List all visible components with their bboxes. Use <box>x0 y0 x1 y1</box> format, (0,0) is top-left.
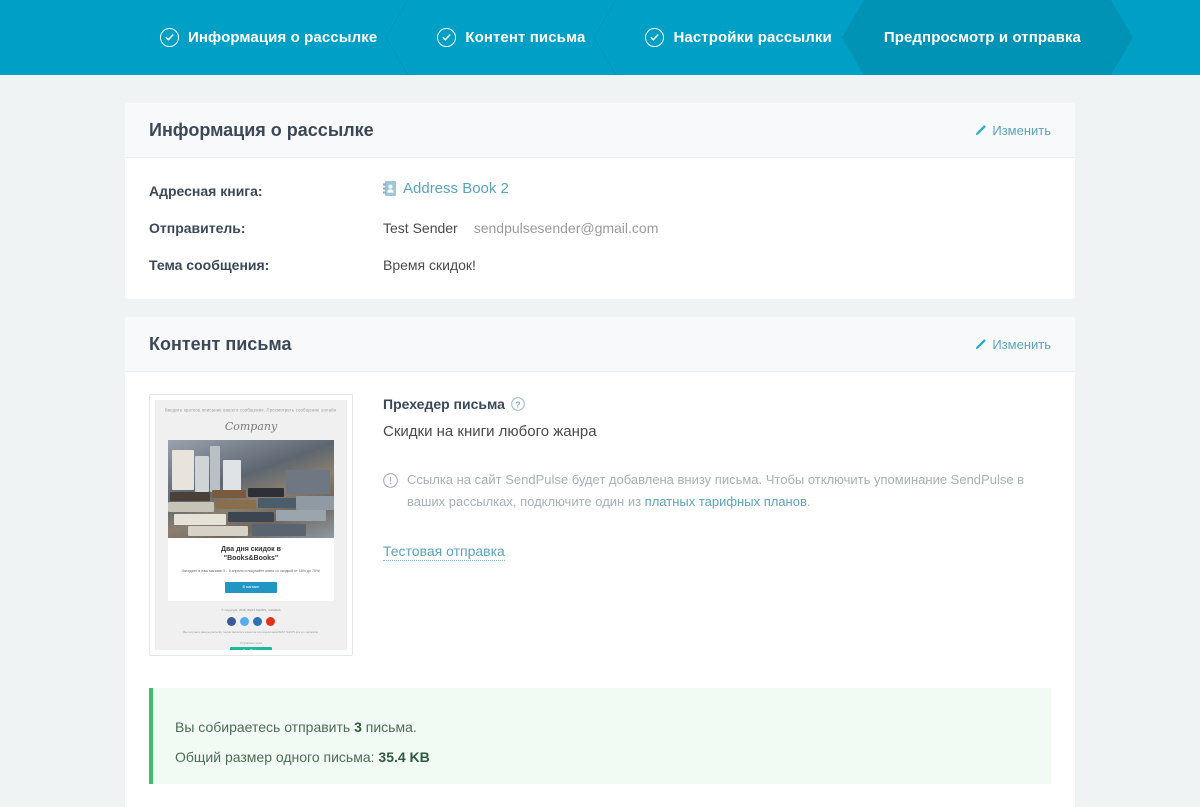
youtube-icon <box>266 617 275 626</box>
summary-recipient-count: 3 <box>354 719 362 735</box>
step-tab-label: Настройки рассылки <box>673 29 832 46</box>
thumbnail-brand-logo: Company <box>224 420 278 433</box>
check-circle-icon <box>645 28 665 47</box>
edit-campaign-info-button[interactable]: Изменить <box>974 123 1051 138</box>
preheader-title: Прехедер письма <box>383 396 505 412</box>
email-content-body: Введите краткое описание вашего сообщени… <box>125 372 1075 656</box>
summary-line1-after: письма. <box>361 719 417 735</box>
sender-label: Отправитель: <box>149 220 246 236</box>
test-send-link[interactable]: Тестовая отправка <box>383 543 505 561</box>
notice-text: Ссылка на сайт SendPulse будет добавлена… <box>407 469 1051 513</box>
paid-plans-link[interactable]: платных тарифных планов <box>645 494 807 509</box>
summary-line1-before: Вы собираетесь отправить <box>175 719 355 735</box>
summary-line2-before: Общий размер одного письма: <box>175 749 379 765</box>
email-template-thumbnail[interactable]: Введите краткое описание вашего сообщени… <box>149 394 353 656</box>
sender-value: Test Sender sendpulsesender@gmail.com <box>383 220 658 236</box>
thumbnail-headline-line2: "Books&Books" <box>223 555 279 562</box>
sender-name: Test Sender <box>383 220 458 236</box>
email-content-title: Контент письма <box>149 333 292 354</box>
thumbnail-cta-button: В магазин <box>225 582 277 593</box>
step-navigation: Информация о рассылке Контент письма Нас… <box>0 0 1200 75</box>
campaign-info-body: Адресная книга: Address Book 2 Отправите… <box>125 158 1075 299</box>
summary-wrapper: Вы собираетесь отправить 3 письма. Общий… <box>125 656 1075 784</box>
page-body: Информация о рассылке Изменить Адресная … <box>0 75 1200 807</box>
thumbnail-social-links <box>227 617 275 626</box>
check-circle-icon <box>160 28 179 47</box>
address-book-link[interactable]: Address Book 2 <box>403 180 509 197</box>
thumbnail-hero-image <box>168 440 334 538</box>
thumbnail-preheader-text: Введите краткое описание вашего сообщени… <box>165 408 337 413</box>
thumbnail-powered-label: Отправлено через <box>239 642 263 645</box>
thumbnail-subtext: Заходите в наш магазин 5 - 6 апреля и по… <box>181 569 321 573</box>
thumbnail-footer-note: Вы получаете данную рассылку, так как яв… <box>183 631 319 634</box>
email-content-header: Контент письма Изменить <box>125 317 1075 372</box>
edit-label: Изменить <box>992 122 1051 138</box>
mail-icon <box>253 617 262 626</box>
edit-email-content-button[interactable]: Изменить <box>974 337 1051 352</box>
thumbnail-powered-brand: SendPulse <box>230 647 272 650</box>
email-content-details: Прехедер письма ? Скидки на книги любого… <box>383 394 1051 656</box>
thumbnail-headline-line1: Два дня скидок в <box>221 546 281 553</box>
step-tab-email-content[interactable]: Контент письма <box>407 0 617 75</box>
sendpulse-branding-notice: Ссылка на сайт SendPulse будет добавлена… <box>383 469 1051 513</box>
step-tab-label: Информация о рассылке <box>188 29 378 46</box>
info-row-subject: Тема сообщения: Время скидок! <box>149 257 1051 273</box>
notice-text-after: . <box>806 494 811 509</box>
email-content-card: Контент письма Изменить Введите краткое … <box>125 317 1075 807</box>
thumbnail-copyright: © Copyright, 2018, BEST SHOPS, CANADA <box>221 608 281 612</box>
send-summary-box: Вы собираетесь отправить 3 письма. Общий… <box>149 688 1051 784</box>
address-book-value: Address Book 2 <box>383 180 509 197</box>
step-tab-campaign-settings[interactable]: Настройки рассылки <box>615 0 864 75</box>
facebook-icon <box>227 617 236 626</box>
subject-value: Время скидок! <box>383 257 476 273</box>
info-row-sender: Отправитель: Test Sender sendpulsesender… <box>149 220 1051 236</box>
help-circle-icon[interactable]: ? <box>511 397 525 411</box>
pencil-icon <box>976 338 987 349</box>
pencil-icon <box>976 124 987 135</box>
summary-line-size: Общий размер одного письма: 35.4 KB <box>175 742 1025 772</box>
campaign-info-card: Информация о рассылке Изменить Адресная … <box>125 103 1075 299</box>
address-book-label: Адресная книга: <box>149 183 263 199</box>
campaign-info-header: Информация о рассылке Изменить <box>125 103 1075 158</box>
twitter-icon <box>240 617 249 626</box>
step-tab-label: Контент письма <box>465 29 586 46</box>
campaign-info-title: Информация о рассылке <box>149 119 374 140</box>
address-book-icon <box>383 181 396 196</box>
nav-left-spacer <box>0 0 130 75</box>
preheader-text: Скидки на книги любого жанра <box>383 423 597 440</box>
summary-line-recipients: Вы собираетесь отправить 3 письма. <box>175 712 1025 742</box>
thumbnail-canvas: Введите краткое описание вашего сообщени… <box>155 400 347 650</box>
preheader-title-row: Прехедер письма ? <box>383 396 1051 412</box>
svg-text:?: ? <box>515 399 520 409</box>
check-circle-icon <box>437 28 457 47</box>
step-tab-preview-and-send[interactable]: Предпросмотр и отправка <box>842 0 1133 75</box>
card-bottom-spacer <box>125 784 1075 807</box>
summary-email-size: 35.4 KB <box>378 749 430 765</box>
step-tab-campaign-info[interactable]: Информация о рассылке <box>130 0 409 75</box>
edit-label: Изменить <box>992 336 1051 352</box>
exclamation-circle-icon <box>383 473 398 488</box>
subject-label: Тема сообщения: <box>149 257 270 273</box>
step-tab-label: Предпросмотр и отправка <box>883 29 1081 46</box>
thumbnail-main-block: Два дня скидок в "Books&Books" Заходите … <box>168 440 334 601</box>
info-row-address-book: Адресная книга: Address Book 2 <box>149 180 1051 199</box>
thumbnail-headline: Два дня скидок в "Books&Books" <box>168 545 334 563</box>
sender-email: sendpulsesender@gmail.com <box>473 220 659 236</box>
